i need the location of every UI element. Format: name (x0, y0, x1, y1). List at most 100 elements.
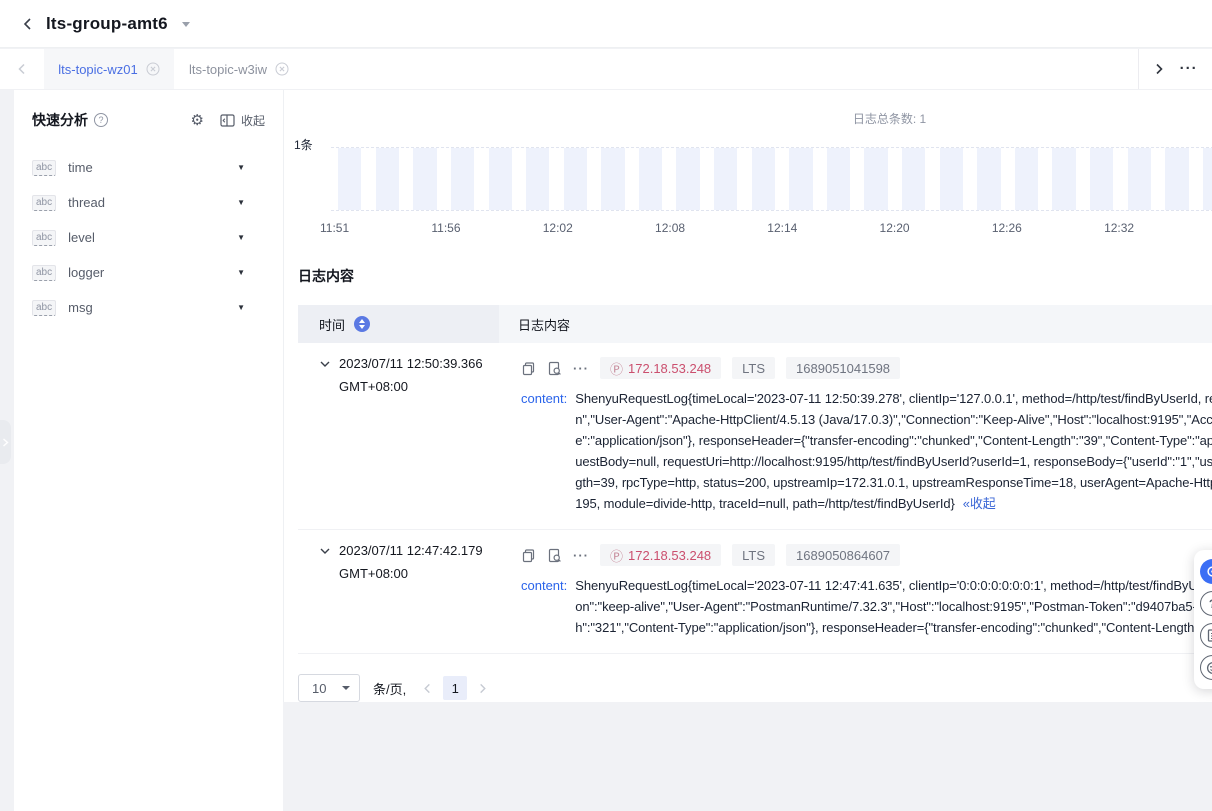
bar-slot[interactable] (1158, 148, 1196, 210)
bar-empty (676, 148, 699, 210)
bar-empty (1128, 148, 1151, 210)
line-id-tag[interactable]: 1689051041598 (786, 357, 900, 379)
bar-empty (526, 148, 549, 210)
close-icon[interactable] (146, 62, 160, 76)
row-more-button[interactable]: ··· (573, 548, 589, 563)
help-icon[interactable]: ? (1200, 591, 1212, 616)
next-page-button[interactable] (477, 683, 488, 694)
bar-slot[interactable] (1045, 148, 1083, 210)
bar-slot[interactable] (594, 148, 632, 210)
histogram-bars (331, 147, 1212, 211)
host-ip-tag[interactable]: Ⓟ 172.18.53.248 (600, 544, 721, 566)
bar-slot[interactable] (331, 148, 369, 210)
view-context-icon[interactable] (547, 361, 562, 376)
chevron-down-icon[interactable]: ▼ (237, 198, 245, 207)
bar-empty (1203, 148, 1212, 210)
bar-slot[interactable] (1083, 148, 1121, 210)
help-icon[interactable]: ? (94, 113, 108, 127)
log-rows: 2023/07/11 12:50:39.366 GMT+08:00 ··· Ⓟ … (298, 343, 1212, 654)
back-button[interactable] (18, 14, 38, 34)
log-timezone: GMT+08:00 (339, 566, 499, 581)
bar-empty (1090, 148, 1113, 210)
bar-slot[interactable] (1196, 148, 1212, 210)
source-tag[interactable]: LTS (732, 357, 775, 379)
bar-empty (639, 148, 662, 210)
tab-lts-topic-wz01[interactable]: lts-topic-wz01 (44, 49, 174, 89)
bar-slot[interactable] (632, 148, 670, 210)
bar-slot[interactable] (406, 148, 444, 210)
toggle-expand-link[interactable]: «收起 (963, 496, 996, 511)
bar-slot[interactable] (857, 148, 895, 210)
content-field-label: content: (521, 575, 567, 638)
collapse-label[interactable]: 收起 (241, 112, 265, 129)
tabs-scroll-left-button[interactable] (0, 49, 44, 89)
bar-slot[interactable] (1120, 148, 1158, 210)
field-label: time (68, 160, 93, 175)
bar-slot[interactable] (481, 148, 519, 210)
bar-empty (1165, 148, 1188, 210)
row-expand-chevron-icon[interactable] (319, 545, 331, 557)
log-meta-line: ··· Ⓟ 172.18.53.248 LTS 1689050864607 (521, 543, 1212, 567)
x-tick-label: 12:02 (543, 221, 573, 235)
bar-slot[interactable] (970, 148, 1008, 210)
quick-analysis-field[interactable]: abc time ▼ (32, 150, 265, 185)
collapse-panel-icon[interactable] (220, 114, 235, 127)
feedback-smiley-icon[interactable] (1200, 655, 1212, 680)
quick-analysis-field[interactable]: abc thread ▼ (32, 185, 265, 220)
close-icon[interactable] (275, 62, 289, 76)
quick-analysis-field[interactable]: abc level ▼ (32, 220, 265, 255)
copy-icon[interactable] (521, 361, 536, 376)
tabs-more-button[interactable]: ··· (1180, 64, 1198, 74)
tab-bar: lts-topic-wz01 lts-topic-w3iw ··· (0, 49, 1212, 90)
chevron-down-icon[interactable]: ▼ (237, 163, 245, 172)
bar-empty (902, 148, 925, 210)
document-icon[interactable] (1200, 623, 1212, 648)
bar-slot[interactable] (707, 148, 745, 210)
bar-slot[interactable] (782, 148, 820, 210)
row-more-button[interactable]: ··· (573, 361, 589, 376)
bar-slot[interactable] (557, 148, 595, 210)
bar-slot[interactable] (369, 148, 407, 210)
chevron-down-icon[interactable]: ▼ (237, 233, 245, 242)
bar-empty (451, 148, 474, 210)
content-column-label: 日志内容 (518, 315, 570, 334)
page-size-select[interactable]: 10 (298, 674, 360, 702)
bar-slot[interactable] (745, 148, 783, 210)
bar-slot[interactable] (933, 148, 971, 210)
host-ip-tag[interactable]: Ⓟ 172.18.53.248 (600, 357, 721, 379)
bar-slot[interactable] (1008, 148, 1046, 210)
bar-slot[interactable] (519, 148, 557, 210)
chevron-down-icon[interactable]: ▼ (237, 268, 245, 277)
x-tick-label: 12:26 (992, 221, 1022, 235)
view-context-icon[interactable] (547, 548, 562, 563)
log-content-line: content: ShenyuRequestLog{timeLocal='202… (521, 388, 1212, 514)
bar-slot[interactable] (820, 148, 858, 210)
floating-help-widget: ? (1194, 550, 1212, 689)
quick-analysis-field[interactable]: abc logger ▼ (32, 255, 265, 290)
bar-slot[interactable] (669, 148, 707, 210)
quick-analysis-field[interactable]: abc msg ▼ (32, 290, 265, 325)
log-content-text: ShenyuRequestLog{timeLocal='2023-07-11 1… (575, 575, 1212, 638)
bar-slot[interactable] (444, 148, 482, 210)
bar-empty (789, 148, 812, 210)
field-label: level (68, 230, 95, 245)
quick-analysis-settings-icon[interactable]: ⚙ (191, 113, 204, 128)
tab-label: lts-topic-w3iw (189, 62, 267, 77)
tab-lts-topic-w3iw[interactable]: lts-topic-w3iw (174, 49, 304, 89)
chevron-down-icon[interactable]: ▼ (237, 303, 245, 312)
log-main-panel: 日志总条数: 1 1条 11:5111:5612:0212:0812:1412:… (283, 90, 1212, 702)
time-sort-button[interactable] (354, 316, 370, 332)
assistant-icon[interactable] (1200, 559, 1212, 584)
page-number-1[interactable]: 1 (443, 676, 467, 700)
bar-empty (827, 148, 850, 210)
copy-icon[interactable] (521, 548, 536, 563)
title-dropdown-caret-icon[interactable] (182, 22, 190, 27)
bar-slot[interactable] (895, 148, 933, 210)
tabs-scroll-right-button[interactable] (1153, 63, 1165, 75)
prev-page-button[interactable] (422, 683, 433, 694)
line-id-tag[interactable]: 1689050864607 (786, 544, 900, 566)
row-expand-chevron-icon[interactable] (319, 358, 331, 370)
source-tag[interactable]: LTS (732, 544, 775, 566)
expand-nav-handle[interactable] (0, 420, 11, 464)
log-total-count: 日志总条数: 1 (284, 90, 1212, 127)
